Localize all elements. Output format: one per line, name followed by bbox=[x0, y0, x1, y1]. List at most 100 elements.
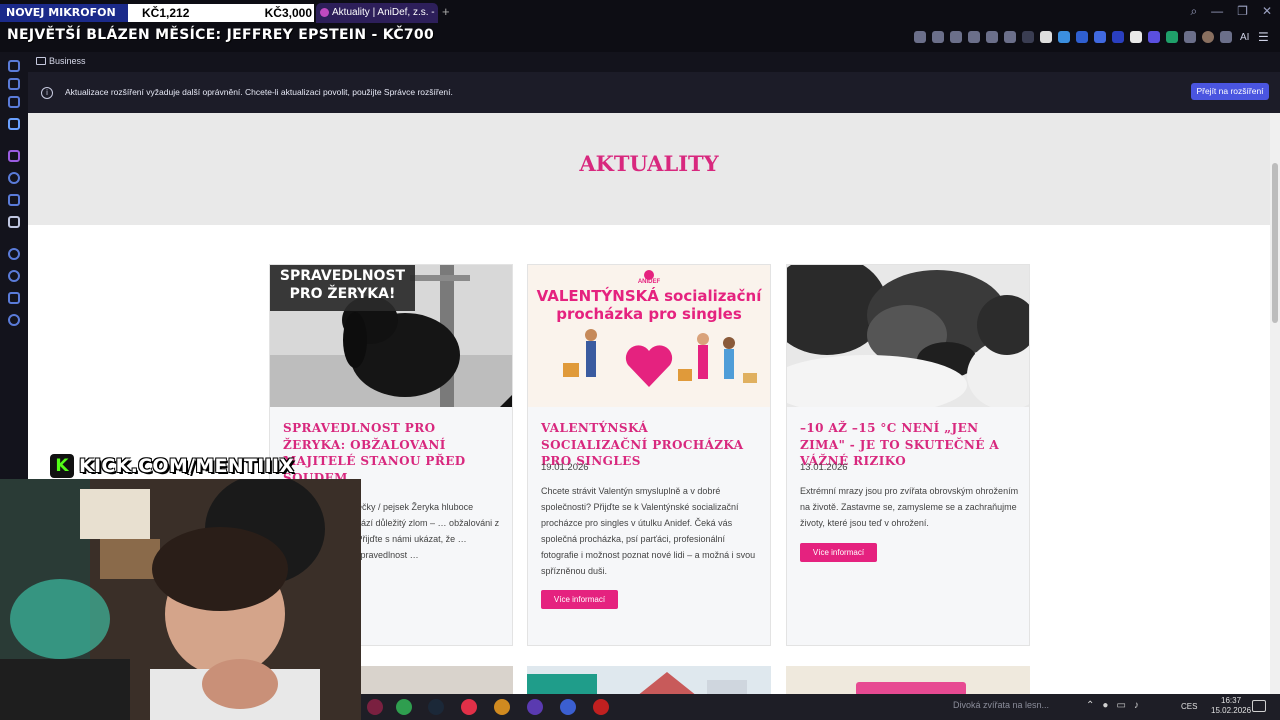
sidebar-messenger-icon[interactable] bbox=[8, 118, 20, 130]
bookmark-folder-business[interactable]: Business bbox=[49, 56, 86, 66]
clock-date: 15.02.2026 bbox=[1211, 706, 1252, 715]
window-controls: ⌕ — ❐ ✕ bbox=[1190, 4, 1272, 19]
ai-button[interactable]: AI bbox=[1240, 32, 1249, 43]
download-helper-icon[interactable] bbox=[1058, 31, 1070, 43]
new-tab-icon[interactable]: + bbox=[442, 4, 450, 19]
download-icon[interactable] bbox=[1220, 31, 1232, 43]
sidebar-add-icon[interactable] bbox=[8, 248, 20, 260]
sidebar-twitch-icon[interactable] bbox=[8, 150, 20, 162]
extension-update-notice: i Aktualizace rozšíření vyžaduje další o… bbox=[28, 72, 1280, 113]
card-date: 13.01.2026 bbox=[800, 462, 848, 473]
taskbar-app-icon[interactable] bbox=[367, 699, 383, 715]
donation-goal-current: KČ1,212 bbox=[142, 6, 190, 20]
taskbar-news-widget[interactable]: Divoká zvířata na lesn... bbox=[953, 700, 1049, 710]
news-card-partial[interactable] bbox=[786, 666, 1030, 694]
clock[interactable]: 16:37 15.02.2026 bbox=[1211, 696, 1251, 716]
sidebar-wallet-icon[interactable] bbox=[8, 96, 20, 108]
sidebar-bag-icon[interactable] bbox=[8, 78, 20, 90]
menu-icon[interactable]: ☰ bbox=[1258, 30, 1269, 44]
browser-toolbar: NEJVĚTŠÍ BLÁZEN MĚSÍCE: JEFFREY EPSTEIN … bbox=[0, 24, 1280, 52]
browser-tab-active[interactable]: Aktuality | AniDef, z.s. - út bbox=[316, 3, 438, 23]
puzzle-icon[interactable] bbox=[1184, 31, 1196, 43]
card-body: Chcete strávit Valentýn smysluplně a v d… bbox=[541, 486, 756, 576]
extension-icons bbox=[914, 31, 1232, 43]
chrome-icon[interactable] bbox=[396, 699, 412, 715]
card-image-caption: SPRAVEDLNOST PRO ŽERYKA! bbox=[279, 268, 406, 302]
folder-icon bbox=[36, 57, 46, 65]
screenshot-icon[interactable] bbox=[932, 31, 944, 43]
translate-icon[interactable] bbox=[968, 31, 980, 43]
more-info-button[interactable]: Více informací bbox=[541, 590, 618, 609]
steam-icon[interactable] bbox=[428, 699, 444, 715]
restore-icon[interactable]: ❐ bbox=[1237, 4, 1248, 19]
shield-icon[interactable] bbox=[950, 31, 962, 43]
card-image-caption: VALENTÝNSKÁ socializační procházka pro s… bbox=[536, 287, 762, 323]
microphone-icon[interactable]: ● bbox=[1102, 700, 1108, 711]
kick-overlay: K KICK.COM/MENTIIIX bbox=[50, 453, 294, 479]
tab-strip: NOVEJ MIKROFON KČ1,212 KČ3,000 Aktuality… bbox=[0, 0, 1280, 24]
grammar-icon[interactable] bbox=[1166, 31, 1178, 43]
stream-subtitle-overlay: NEJVĚTŠÍ BLÁZEN MĚSÍCE: JEFFREY EPSTEIN … bbox=[7, 27, 435, 43]
news-card: ANIDEF VALENTÝNSKÁ socializační procházk… bbox=[527, 264, 771, 646]
pink-heading-shape bbox=[856, 682, 966, 694]
donation-goal-bar: KČ1,212 KČ3,000 bbox=[128, 4, 314, 22]
pen-icon[interactable] bbox=[1130, 31, 1142, 43]
media-player-icon[interactable] bbox=[461, 699, 477, 715]
divider-icon bbox=[1022, 31, 1034, 43]
sidebar-shopping-icon[interactable] bbox=[8, 60, 20, 72]
bookmarks-bar: Business bbox=[28, 52, 1280, 72]
kick-handle: KICK.COM/MENTIIIX bbox=[79, 455, 295, 477]
volume-icon[interactable]: ♪ bbox=[1134, 700, 1139, 711]
info-icon: i bbox=[41, 87, 53, 99]
card-image-brand: ANIDEF bbox=[637, 279, 661, 285]
network-icon[interactable]: ▭ bbox=[1116, 700, 1125, 711]
system-tray: ⌃ ● ▭ ♪ bbox=[1086, 700, 1139, 711]
news-card: –10 AŽ –15 °C NENÍ „JEN ZIMA" - JE TO SK… bbox=[786, 264, 1030, 646]
page-title: AKTUALITY bbox=[579, 151, 719, 176]
anidef-favicon-icon bbox=[320, 8, 329, 17]
donation-goal-label: NOVEJ MIKROFON bbox=[0, 4, 128, 22]
page-scrollbar[interactable] bbox=[1270, 113, 1280, 694]
play-icon[interactable] bbox=[986, 31, 998, 43]
discord-icon[interactable] bbox=[1148, 31, 1160, 43]
screen: NOVEJ MIKROFON KČ1,212 KČ3,000 Aktuality… bbox=[0, 0, 1280, 720]
kick-logo-icon: K bbox=[50, 454, 74, 478]
news-card-partial[interactable] bbox=[527, 666, 771, 694]
extension-icon[interactable] bbox=[1040, 31, 1052, 43]
card-body: Extrémní mrazy jsou pro zvířata obrovský… bbox=[800, 486, 1019, 528]
donation-goal-target: KČ3,000 bbox=[264, 6, 312, 20]
clock-time: 16:37 bbox=[1221, 696, 1242, 705]
browser-tab-title: Aktuality | AniDef, z.s. - út bbox=[332, 7, 438, 18]
heart-icon[interactable] bbox=[1004, 31, 1016, 43]
avatar[interactable] bbox=[1202, 31, 1214, 43]
card-image-valentine[interactable]: ANIDEF VALENTÝNSKÁ socializační procházk… bbox=[528, 265, 770, 407]
extension-icon[interactable] bbox=[1094, 31, 1106, 43]
card-image-snow-dog[interactable] bbox=[787, 265, 1029, 407]
sidebar-settings-icon[interactable] bbox=[8, 314, 20, 326]
language-indicator[interactable]: CES bbox=[1181, 702, 1197, 711]
search-tabs-icon[interactable]: ⌕ bbox=[1190, 4, 1197, 19]
scrollbar-thumb[interactable] bbox=[1272, 163, 1278, 323]
obs-icon[interactable] bbox=[593, 699, 609, 715]
sidebar-instagram-icon[interactable] bbox=[8, 194, 20, 206]
more-info-button[interactable]: Více informací bbox=[800, 543, 877, 562]
taskbar-app-icon[interactable] bbox=[560, 699, 576, 715]
link-icon[interactable] bbox=[1076, 31, 1088, 43]
extension-icon[interactable] bbox=[1112, 31, 1124, 43]
card-image-dog[interactable]: SPRAVEDLNOST PRO ŽERYKA! bbox=[270, 265, 512, 407]
close-icon[interactable]: ✕ bbox=[1262, 4, 1272, 19]
card-date: 19.01.2026 bbox=[541, 462, 589, 473]
sidebar-x-icon[interactable] bbox=[8, 216, 20, 228]
sidebar-chat-icon[interactable] bbox=[8, 172, 20, 184]
sidebar-extensions-icon[interactable] bbox=[8, 292, 20, 304]
notifications-icon[interactable] bbox=[1252, 700, 1266, 712]
taskbar-app-icon[interactable] bbox=[494, 699, 510, 715]
minimize-icon[interactable]: — bbox=[1211, 4, 1223, 19]
page-hero: AKTUALITY bbox=[28, 113, 1270, 225]
go-to-extensions-button[interactable]: Přejít na rozšíření bbox=[1191, 83, 1269, 100]
opera-gx-icon[interactable] bbox=[527, 699, 543, 715]
card-title[interactable]: SPRAVEDLNOST PRO ŽERYKA: OBŽALOVANÍ MAJI… bbox=[283, 420, 499, 486]
chevron-up-icon[interactable]: ⌃ bbox=[1086, 700, 1094, 711]
pin-icon[interactable] bbox=[914, 31, 926, 43]
sidebar-history-icon[interactable] bbox=[8, 270, 20, 282]
